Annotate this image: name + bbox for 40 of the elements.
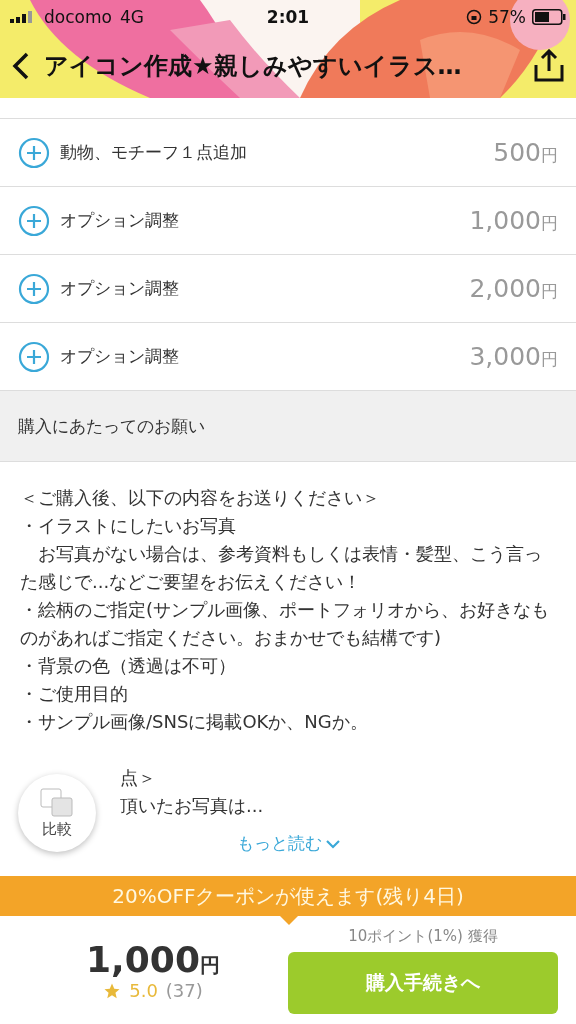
network-type: 4G: [119, 7, 144, 27]
total-price: 1,000円: [86, 939, 220, 980]
description-text: 点＞: [120, 766, 157, 790]
option-label: オプション調整: [60, 209, 180, 232]
option-label: オプション調整: [60, 277, 180, 300]
description-text: ・イラストにしたいお写真: [20, 514, 237, 538]
description-text: お写真がない場合は、参考資料もしくは表情・髪型、こう言った感じで...などご要望をお伝えください！: [20, 542, 543, 594]
option-price: 1,000円: [469, 206, 558, 235]
clock-time: 2:01: [266, 7, 310, 27]
option-row[interactable]: 動物、モチーフ１点追加 500円: [0, 118, 576, 186]
rating-value: 5.0: [129, 980, 158, 1001]
coupon-text: 20%OFFクーポンが使えます(残り4日): [112, 882, 464, 910]
plus-icon: [18, 136, 50, 169]
review-count: (37): [165, 980, 203, 1001]
description-text: ＜ご購入後、以下の内容をお送りください＞: [20, 486, 381, 510]
description-text: 頂いたお写真は...: [120, 794, 265, 818]
option-label: 動物、モチーフ１点追加: [60, 141, 248, 164]
option-price: 3,000円: [469, 342, 558, 371]
option-price: 500円: [493, 138, 558, 167]
section-title: 購入にあたってのお願い: [18, 414, 205, 438]
description-text: ・背景の色（透過は不可）: [20, 654, 237, 678]
option-row[interactable]: オプション調整 1,000円: [0, 186, 576, 254]
rotation-lock-icon: [466, 9, 483, 25]
chevron-down-icon: [325, 838, 340, 849]
option-label: オプション調整: [60, 345, 180, 368]
battery-icon: [532, 9, 566, 25]
compare-button[interactable]: 比較: [18, 774, 96, 852]
compare-icon: [40, 787, 74, 818]
plus-icon: [18, 340, 50, 373]
plus-icon: [18, 204, 50, 237]
description-text: ・絵柄のご指定(サンプル画像、ポートフォリオから、お好きなものがあればご指定ください。おまかせでも結構です): [20, 598, 551, 650]
option-row[interactable]: オプション調整 2,000円: [0, 254, 576, 322]
plus-icon: [18, 272, 50, 305]
option-price: 2,000円: [469, 274, 558, 303]
description-text: ・サンプル画像/SNSに掲載OKか、NGか。: [20, 710, 369, 734]
battery-percent: 57%: [488, 7, 526, 27]
share-icon[interactable]: [532, 49, 566, 83]
carrier-name: docomo: [44, 7, 112, 27]
description-text: ・ご使用目的: [20, 682, 129, 706]
points-text: 10ポイント(1%) 獲得: [348, 926, 498, 946]
